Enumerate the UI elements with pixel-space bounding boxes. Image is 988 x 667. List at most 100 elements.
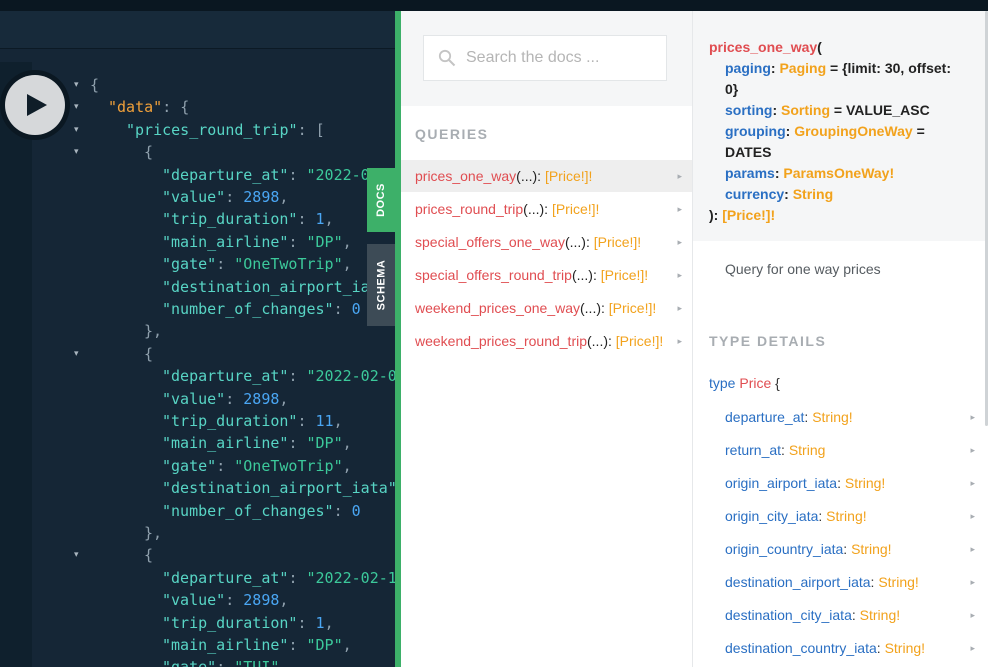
query-name[interactable]: special_offers_one_way [415, 234, 565, 250]
field-name[interactable]: return_at [725, 442, 781, 458]
arg-default: = {limit: 30, offset: [826, 60, 951, 76]
type-field-departure_at[interactable]: departure_at: String! ▸ [725, 401, 988, 434]
query-item-special_offers_one_way[interactable]: special_offers_one_way(...): [Price!]! ▸ [401, 226, 692, 258]
result-token: , [342, 255, 352, 274]
type-field-destination_airport_iata[interactable]: destination_airport_iata: String! ▸ [725, 566, 988, 599]
result-token: "main_airline" [162, 434, 289, 453]
chevron-right-icon: ▸ [677, 204, 682, 214]
result-token: : [216, 456, 235, 475]
result-line: "number_of_changes": 0 [162, 298, 361, 320]
result-line: "prices_round_trip": [ [126, 119, 325, 141]
type-field-origin_airport_iata[interactable]: origin_airport_iata: String! ▸ [725, 467, 988, 500]
field-colon: : [818, 508, 827, 524]
query-name[interactable]: prices_round_trip [415, 201, 523, 217]
field-name[interactable]: departure_at [725, 409, 804, 425]
field-name[interactable]: origin_airport_iata [725, 475, 837, 491]
field-type[interactable]: String! [851, 541, 891, 557]
query-return-type[interactable]: [Price!]! [552, 201, 599, 217]
result-token: { [144, 344, 154, 363]
execute-query-button[interactable] [0, 70, 70, 140]
docs-tab[interactable]: DOCS [367, 168, 395, 232]
result-line: "gate": "OneTwoTrip", [162, 455, 352, 477]
query-name[interactable]: special_offers_round_trip [415, 267, 572, 283]
search-icon [438, 49, 456, 67]
query-name[interactable]: prices_one_way [415, 168, 516, 184]
query-return-type[interactable]: [Price!]! [616, 333, 663, 349]
field-name[interactable]: destination_city_iata [725, 607, 852, 623]
query-return-type[interactable]: [Price!]! [601, 267, 648, 283]
query-colon: : [585, 234, 594, 250]
query-args: (...) [587, 333, 608, 349]
chevron-right-icon: ▸ [677, 336, 682, 346]
arg-name: params [725, 165, 775, 181]
field-type[interactable]: String! [812, 409, 852, 425]
field-type[interactable]: String! [860, 607, 900, 623]
type-name[interactable]: Price [739, 375, 771, 391]
fold-arrow-icon[interactable]: ▾ [74, 125, 79, 135]
schema-tab[interactable]: SCHEMA [367, 244, 395, 326]
result-token: "DP" [306, 636, 343, 654]
docs-search-input[interactable] [466, 49, 656, 67]
result-line: "trip_duration": 1, [162, 612, 334, 634]
fold-arrow-icon[interactable]: ▾ [74, 147, 79, 157]
field-name[interactable]: origin_city_iata [725, 508, 818, 524]
result-token: 2898 [243, 188, 280, 206]
play-icon-wrapper [5, 75, 65, 135]
arg-type[interactable]: Sorting [781, 102, 830, 118]
fold-arrow-icon[interactable]: ▾ [74, 102, 79, 112]
signature-return-type[interactable]: [Price!]! [722, 207, 775, 223]
query-item-weekend_prices_round_trip[interactable]: weekend_prices_round_trip(...): [Price!]… [401, 325, 692, 357]
result-token: "2022-02-09 [306, 367, 406, 386]
result-line: "trip_duration": 11, [162, 410, 343, 432]
query-item-prices_one_way[interactable]: prices_one_way(...): [Price!]! ▸ [401, 160, 692, 192]
result-line: "main_airline": "DP", [162, 231, 352, 253]
field-type[interactable]: String! [878, 574, 918, 590]
chevron-right-icon: ▸ [677, 237, 682, 247]
arg-colon: : [784, 186, 793, 202]
type-field-destination_country_iata[interactable]: destination_country_iata: String! ▸ [725, 632, 988, 665]
docs-search-area [401, 11, 692, 106]
result-line: "data": { [108, 96, 189, 118]
query-item-prices_round_trip[interactable]: prices_round_trip(...): [Price!]! ▸ [401, 193, 692, 225]
result-token: "trip_duration" [162, 210, 298, 229]
type-field-origin_city_iata[interactable]: origin_city_iata: String! ▸ [725, 500, 988, 533]
docs-search-box[interactable] [423, 35, 667, 81]
result-token: "OneTwoTrip" [234, 456, 343, 475]
query-return-type[interactable]: [Price!]! [609, 300, 656, 316]
arg-colon: : [772, 102, 782, 118]
query-return-type[interactable]: [Price!]! [594, 234, 641, 250]
result-line: }, [144, 522, 162, 544]
field-name[interactable]: destination_country_iata [725, 640, 877, 656]
result-line: "departure_at": "2022-02-09 [162, 365, 406, 387]
field-colon: : [843, 541, 852, 557]
query-name[interactable]: weekend_prices_round_trip [415, 333, 587, 349]
result-line: "destination_airport_iata" [162, 477, 397, 499]
query-item-weekend_prices_one_way[interactable]: weekend_prices_one_way(...): [Price!]! ▸ [401, 292, 692, 324]
type-field-origin_country_iata[interactable]: origin_country_iata: String! ▸ [725, 533, 988, 566]
arg-default: = [912, 123, 925, 139]
arg-type[interactable]: String [793, 186, 833, 202]
fold-arrow-icon[interactable]: ▾ [74, 349, 79, 359]
query-name[interactable]: weekend_prices_one_way [415, 300, 580, 316]
result-token: , [342, 232, 352, 251]
query-return-type[interactable]: [Price!]! [545, 168, 592, 184]
type-field-return_at[interactable]: return_at: String ▸ [725, 434, 988, 467]
field-type[interactable]: String! [845, 475, 885, 491]
field-type[interactable]: String! [826, 508, 866, 524]
result-token: "main_airline" [162, 232, 289, 251]
query-item-special_offers_round_trip[interactable]: special_offers_round_trip(...): [Price!]… [401, 259, 692, 291]
arg-type[interactable]: GroupingOneWay [794, 123, 912, 139]
field-name[interactable]: origin_country_iata [725, 541, 843, 557]
query-args: (...) [580, 300, 601, 316]
arg-type[interactable]: Paging [779, 60, 826, 76]
arg-type[interactable]: ParamsOneWay! [783, 165, 894, 181]
field-type[interactable]: String! [885, 640, 925, 656]
result-line: { [90, 74, 99, 96]
field-type[interactable]: String [789, 442, 826, 458]
fold-arrow-icon[interactable]: ▾ [74, 550, 79, 560]
fold-arrow-icon[interactable]: ▾ [74, 80, 79, 90]
field-colon: : [876, 640, 885, 656]
field-name[interactable]: destination_airport_iata [725, 574, 871, 590]
type-field-destination_city_iata[interactable]: destination_city_iata: String! ▸ [725, 599, 988, 632]
result-token: : [ [297, 120, 325, 139]
